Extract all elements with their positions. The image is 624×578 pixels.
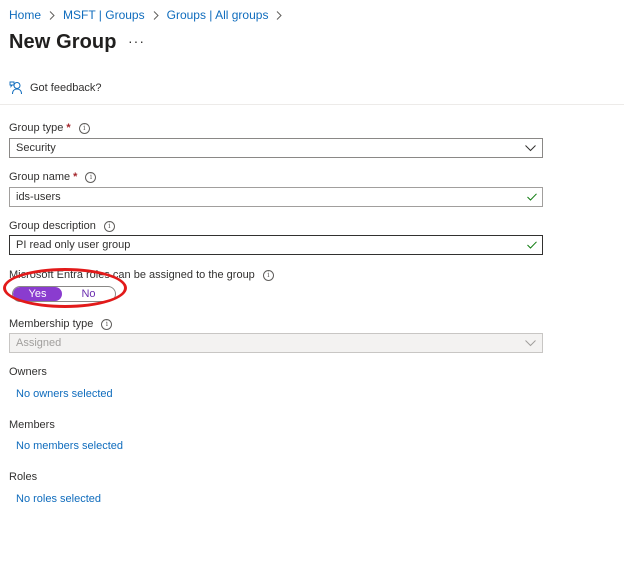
group-description-input[interactable]: PI read only user group xyxy=(9,235,543,255)
group-type-select[interactable]: Security xyxy=(9,138,543,158)
group-description-label: Group description i xyxy=(9,220,115,232)
breadcrumb-msft-groups[interactable]: MSFT | Groups xyxy=(63,8,145,22)
info-icon[interactable]: i xyxy=(103,220,115,232)
breadcrumb-home[interactable]: Home xyxy=(9,8,41,22)
chevron-right-icon xyxy=(49,10,55,20)
owners-label: Owners xyxy=(9,366,47,378)
toolbar-divider xyxy=(0,104,624,105)
membership-type-label: Membership type i xyxy=(9,318,113,330)
roles-label: Roles xyxy=(9,471,38,483)
owners-link[interactable]: No owners selected xyxy=(16,388,113,400)
roles-link[interactable]: No roles selected xyxy=(16,493,101,505)
info-icon[interactable]: i xyxy=(262,269,274,281)
members-label: Members xyxy=(9,419,55,431)
info-icon[interactable]: i xyxy=(101,318,113,330)
toggle-yes-option[interactable]: Yes xyxy=(13,287,62,301)
chevron-down-icon xyxy=(525,339,536,347)
checkmark-icon xyxy=(527,241,537,249)
roles-assignable-toggle[interactable]: Yes No xyxy=(12,286,116,302)
more-options-button[interactable]: ··· xyxy=(128,33,145,49)
feedback-person-icon xyxy=(9,81,30,95)
feedback-button[interactable]: Got feedback? xyxy=(9,81,102,95)
breadcrumb-all-groups[interactable]: Groups | All groups xyxy=(167,8,269,22)
roles-assignable-label: Microsoft Entra roles can be assigned to… xyxy=(9,269,274,281)
info-icon[interactable]: i xyxy=(78,122,90,134)
group-type-label: Group type * i xyxy=(9,122,90,134)
chevron-down-icon xyxy=(525,144,536,152)
group-type-value: Security xyxy=(16,142,56,154)
required-marker: * xyxy=(66,122,71,134)
members-link[interactable]: No members selected xyxy=(16,440,123,452)
group-name-input[interactable]: ids-users xyxy=(9,187,543,207)
toggle-no-option[interactable]: No xyxy=(62,287,115,301)
feedback-label: Got feedback? xyxy=(30,82,102,94)
group-name-label: Group name * i xyxy=(9,171,97,183)
group-name-value: ids-users xyxy=(16,191,61,203)
info-icon[interactable]: i xyxy=(85,171,97,183)
membership-type-value: Assigned xyxy=(16,337,62,349)
required-marker: * xyxy=(73,171,78,183)
membership-type-select: Assigned xyxy=(9,333,543,353)
chevron-right-icon xyxy=(153,10,159,20)
checkmark-icon xyxy=(527,193,537,201)
chevron-right-icon xyxy=(276,10,283,20)
breadcrumb: Home MSFT | Groups Groups | All groups xyxy=(9,8,290,22)
page-title: New Group xyxy=(9,31,117,53)
group-description-value: PI read only user group xyxy=(16,239,131,251)
